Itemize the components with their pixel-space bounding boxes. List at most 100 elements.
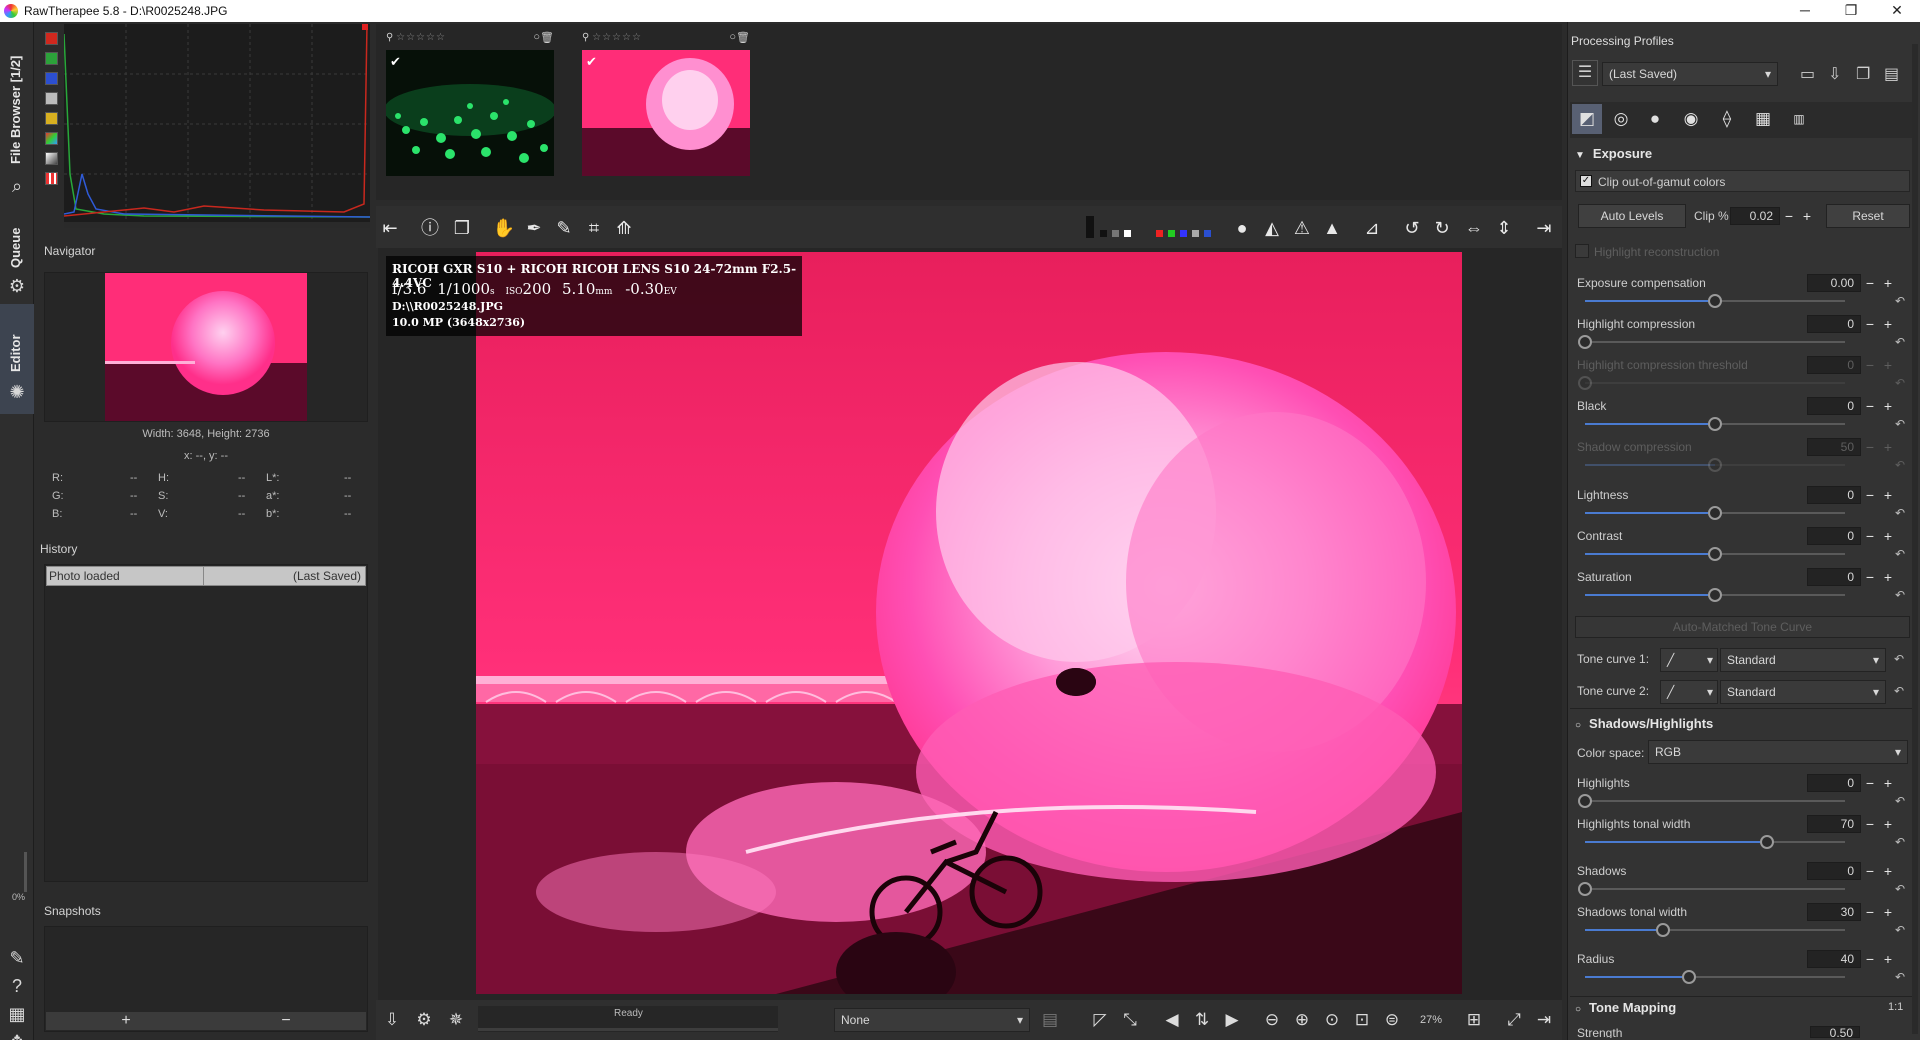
enable-toggle-icon[interactable]: ○ [1575, 1004, 1581, 1015]
red-channel-toggle[interactable] [45, 32, 58, 45]
trash-icon[interactable]: 🗑 [540, 31, 554, 44]
slider-decrement[interactable]: − [1863, 397, 1877, 415]
slider-knob[interactable] [1708, 547, 1722, 561]
tone-curve-2-shape-combo[interactable]: ╱ ▾ [1660, 680, 1718, 704]
strength-value[interactable]: 0.50 [1810, 1026, 1860, 1038]
hide-left-panel-icon[interactable]: ⇤ [376, 214, 404, 242]
clip-gamut-checkbox[interactable]: ✓ [1580, 175, 1592, 187]
reset-tone-curve-2-icon[interactable]: ↶ [1892, 684, 1906, 698]
slider-decrement[interactable]: − [1863, 903, 1877, 921]
pen-icon[interactable]: ✎ [3, 944, 31, 972]
slider-knob[interactable] [1578, 882, 1592, 896]
zoom-out-icon[interactable]: ⊖ [1258, 1006, 1286, 1034]
filmstrip-thumb[interactable]: ⚲ ☆☆☆☆☆ ○ 🗑 ✔ [582, 31, 750, 178]
reset-button[interactable]: Reset [1826, 204, 1910, 228]
slider-decrement[interactable]: − [1863, 315, 1877, 333]
bar-toggle[interactable] [45, 152, 58, 165]
slider-knob[interactable] [1708, 588, 1722, 602]
reject-icon[interactable]: ○ [533, 31, 540, 43]
open-folder-icon[interactable]: ▭ [1800, 64, 1815, 84]
slider-decrement[interactable]: − [1863, 815, 1877, 833]
minimize-button[interactable]: ─ [1782, 0, 1828, 22]
slider-decrement[interactable]: − [1863, 486, 1877, 504]
slider-increment[interactable]: + [1881, 315, 1895, 333]
ruler-icon[interactable]: ⤡ [1116, 1006, 1144, 1034]
slider-track[interactable] [1585, 800, 1845, 802]
flip-vertical-icon[interactable]: ⇕ [1490, 214, 1518, 242]
slider-reset-icon[interactable]: ↶ [1893, 923, 1907, 937]
shadow-warning-icon[interactable]: ▲ [1318, 214, 1346, 242]
slider-knob[interactable] [1708, 417, 1722, 431]
fullscreen-icon[interactable]: ⤢ [1500, 1006, 1528, 1034]
slider-reset-icon[interactable]: ↶ [1893, 588, 1907, 602]
clip-percent-increment[interactable]: + [1800, 207, 1814, 225]
selected-check-icon[interactable]: ✔ [390, 54, 404, 69]
sharpening-mask-icon[interactable]: ● [1228, 214, 1256, 242]
slider-value-input[interactable]: 40 [1807, 950, 1861, 968]
slider-value-input[interactable]: 0 [1807, 862, 1861, 880]
slider-increment[interactable]: + [1881, 568, 1895, 586]
add-snapshot-button[interactable]: + [46, 1012, 206, 1030]
exposure-section-header[interactable]: ▼ Exposure [1575, 146, 1652, 161]
grid-settings-icon[interactable]: ▦ [3, 1000, 31, 1028]
clip-percent-input[interactable]: 0.02 [1730, 207, 1780, 225]
slider-reset-icon[interactable]: ↶ [1893, 506, 1907, 520]
slider-decrement[interactable]: − [1863, 568, 1877, 586]
tone-mapping-header[interactable]: ○ Tone Mapping [1575, 1000, 1676, 1015]
thumbnail-image-selected[interactable] [582, 50, 750, 176]
slider-track[interactable] [1585, 382, 1845, 384]
star-rating-icon[interactable]: ☆☆☆☆☆ [396, 32, 446, 43]
slider-knob[interactable] [1578, 376, 1592, 390]
clip-percent-decrement[interactable]: − [1782, 207, 1796, 225]
slider-knob[interactable] [1578, 794, 1592, 808]
crop-icon[interactable]: ⌗ [580, 214, 608, 242]
zoom-fit-crop-icon[interactable]: ⊡ [1348, 1006, 1376, 1034]
slider-increment[interactable]: + [1881, 862, 1895, 880]
maximize-button[interactable]: ❐ [1828, 0, 1874, 22]
histogram-scrollbar[interactable] [64, 222, 370, 228]
background-color-black[interactable] [1086, 216, 1094, 238]
bg-swatch-white[interactable] [1124, 230, 1131, 237]
slider-decrement[interactable]: − [1863, 356, 1877, 374]
tab-detail[interactable]: ◎ [1606, 104, 1636, 134]
blue-channel-toggle[interactable] [45, 72, 58, 85]
tab-advanced[interactable]: ◉ [1676, 104, 1706, 134]
history-list[interactable] [44, 564, 368, 882]
slider-track[interactable] [1585, 341, 1845, 343]
remove-snapshot-button[interactable]: − [206, 1012, 366, 1030]
raw-toggle[interactable] [45, 132, 58, 145]
tone-curve-1-shape-combo[interactable]: ╱ ▾ [1660, 648, 1718, 672]
trash-icon[interactable]: 🗑 [736, 31, 750, 44]
slider-decrement[interactable]: − [1863, 774, 1877, 792]
slider-knob[interactable] [1760, 835, 1774, 849]
save-profile-icon[interactable]: ⇩ [1828, 64, 1841, 84]
white-balance-picker-icon[interactable]: ✒ [520, 214, 548, 242]
bg-swatch-grey[interactable] [1112, 230, 1119, 237]
slider-increment[interactable]: + [1881, 903, 1895, 921]
slider-increment[interactable]: + [1881, 356, 1895, 374]
mode-toggle[interactable] [45, 172, 58, 185]
slider-value-input[interactable]: 0 [1807, 397, 1861, 415]
rotate-right-icon[interactable]: ↻ [1428, 214, 1456, 242]
profile-list-icon[interactable]: ☰ [1572, 60, 1598, 86]
filmstrip-thumb[interactable]: ⚲ ☆☆☆☆☆ ○ 🗑 ✔ [386, 31, 554, 178]
tab-exposure[interactable]: ◩ [1572, 104, 1602, 134]
move-icon[interactable]: ✥ [3, 1028, 31, 1040]
toggle-panels-icon[interactable]: ⇥ [1530, 1006, 1558, 1034]
bg-swatch-black[interactable] [1100, 230, 1107, 237]
slider-value-input[interactable]: 0 [1807, 315, 1861, 333]
slider-value-input[interactable]: 0 [1807, 486, 1861, 504]
chroma-toggle[interactable] [45, 112, 58, 125]
previous-image-icon[interactable]: ◀ [1158, 1006, 1186, 1034]
slider-decrement[interactable]: − [1863, 527, 1877, 545]
paste-profile-icon[interactable]: ▤ [1884, 64, 1899, 84]
slider-increment[interactable]: + [1881, 815, 1895, 833]
slider-reset-icon[interactable]: ↶ [1893, 294, 1907, 308]
zoom-in-icon[interactable]: ⊕ [1288, 1006, 1316, 1034]
auto-levels-button[interactable]: Auto Levels [1578, 204, 1686, 228]
flip-horizontal-icon[interactable]: ⇔ [1460, 214, 1488, 242]
slider-reset-icon[interactable]: ↶ [1893, 335, 1907, 349]
slider-increment[interactable]: + [1881, 527, 1895, 545]
auto-matched-tone-curve-button[interactable]: Auto-Matched Tone Curve [1575, 616, 1910, 638]
main-photo-preview[interactable] [476, 252, 1462, 994]
